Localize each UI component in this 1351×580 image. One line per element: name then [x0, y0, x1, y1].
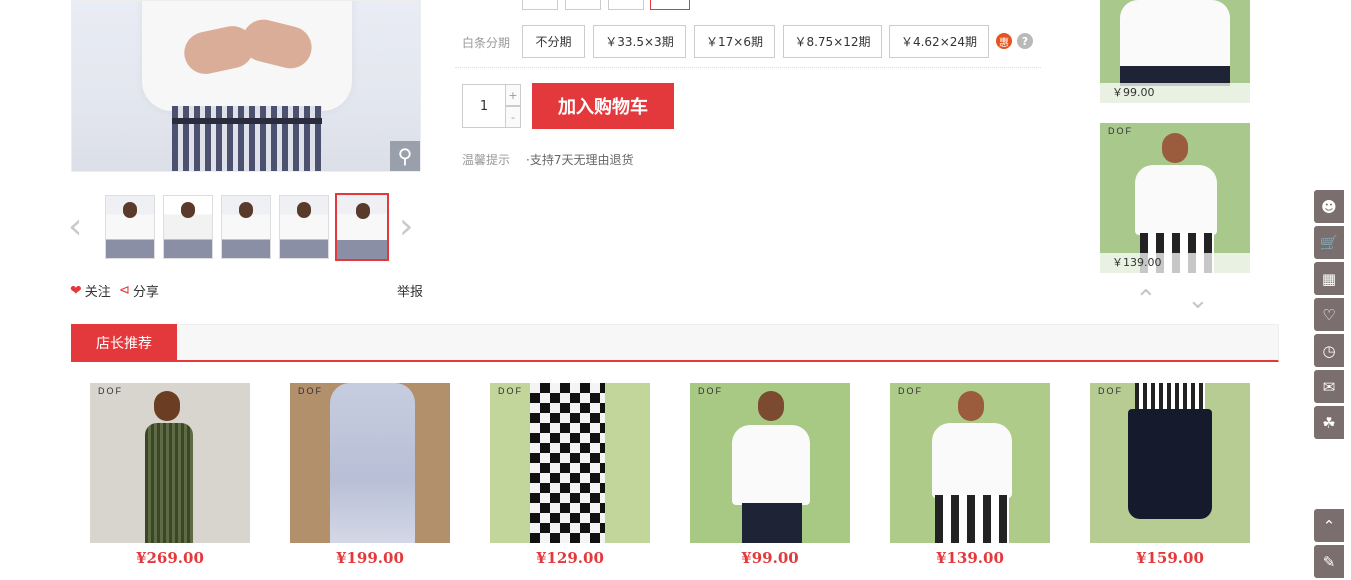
- back-to-top-icon[interactable]: ⌃: [1314, 509, 1344, 542]
- side-recommend-item[interactable]: DOF ￥139.00: [1100, 123, 1250, 273]
- share-icon: ⊲: [119, 283, 130, 298]
- follow-label: 关注: [84, 285, 111, 300]
- product-price: ¥199.00: [336, 549, 404, 567]
- heart-icon[interactable]: ♡: [1314, 298, 1344, 331]
- coupon-icon[interactable]: ▦: [1314, 262, 1344, 295]
- magnifier-icon[interactable]: ⚲: [390, 141, 420, 171]
- installment-option[interactable]: ￥17×6期: [694, 25, 775, 58]
- installment-option[interactable]: ￥4.62×24期: [889, 25, 989, 58]
- side-recommend-item[interactable]: ￥99.00: [1100, 0, 1250, 103]
- brand-logo: DOF: [498, 386, 523, 396]
- brand-logo: DOF: [698, 386, 723, 396]
- option-chip[interactable]: [565, 0, 601, 10]
- divider: [455, 67, 1041, 68]
- section-tab[interactable]: 店长推荐: [71, 324, 177, 362]
- product-price: ¥139.00: [936, 549, 1004, 567]
- option-chip-selected[interactable]: [650, 0, 690, 10]
- quantity-plus-button[interactable]: +: [505, 84, 521, 106]
- share-link[interactable]: ⊲ 分享: [119, 281, 159, 300]
- section-header: [71, 324, 1279, 362]
- brand-logo: DOF: [298, 386, 323, 396]
- side-recommend-price: ￥139.00: [1100, 253, 1250, 273]
- product-price: ¥159.00: [1136, 549, 1204, 567]
- cart-icon[interactable]: 🛒: [1314, 226, 1344, 259]
- option-chip[interactable]: [608, 0, 644, 10]
- installment-option[interactable]: ￥8.75×12期: [783, 25, 882, 58]
- heart-icon: ❤: [70, 282, 82, 299]
- product-image[interactable]: DOF: [290, 383, 450, 543]
- feedback-icon[interactable]: ✎: [1314, 545, 1344, 578]
- quantity-minus-button[interactable]: -: [505, 106, 521, 128]
- help-icon[interactable]: ?: [1017, 33, 1033, 49]
- history-icon[interactable]: ◷: [1314, 334, 1344, 367]
- installment-option[interactable]: ￥33.5×3期: [593, 25, 686, 58]
- chevron-right-icon[interactable]: ›: [399, 209, 413, 245]
- thumbnail[interactable]: [163, 195, 213, 259]
- product-image[interactable]: DOF: [90, 383, 250, 543]
- quantity-input[interactable]: 1: [462, 84, 506, 128]
- add-to-cart-button[interactable]: 加入购物车: [532, 83, 674, 129]
- gift-icon[interactable]: ☘: [1314, 406, 1344, 439]
- product-image[interactable]: DOF: [1090, 383, 1250, 543]
- share-label: 分享: [132, 285, 159, 300]
- installment-label: 白条分期: [462, 36, 511, 50]
- report-link[interactable]: 举报: [397, 281, 423, 300]
- product-price: ¥269.00: [136, 549, 204, 567]
- model-belt: [172, 118, 322, 124]
- chat-icon[interactable]: ✉: [1314, 370, 1344, 403]
- tip-text: ·支持7天无理由退货: [526, 153, 634, 167]
- brand-logo: DOF: [898, 386, 923, 396]
- chevron-left-icon[interactable]: ‹: [68, 209, 82, 245]
- option-chip[interactable]: [522, 0, 558, 10]
- chevron-up-icon[interactable]: ⌃: [1135, 287, 1157, 313]
- brand-logo: DOF: [1108, 126, 1133, 136]
- installment-option[interactable]: 不分期: [522, 25, 585, 58]
- product-image[interactable]: DOF: [490, 383, 650, 543]
- tip-label: 温馨提示: [462, 153, 511, 167]
- product-image[interactable]: DOF: [690, 383, 850, 543]
- product-price: ¥129.00: [536, 549, 604, 567]
- user-icon[interactable]: ☻: [1314, 190, 1344, 223]
- thumbnail[interactable]: [221, 195, 271, 259]
- model-skirt: [172, 106, 322, 171]
- thumbnail[interactable]: [279, 195, 329, 259]
- main-product-image: ⚲: [71, 0, 421, 172]
- thumbnail[interactable]: [105, 195, 155, 259]
- thumbnail-active[interactable]: [335, 193, 389, 261]
- chevron-down-icon[interactable]: ⌄: [1187, 287, 1209, 313]
- product-price: ¥99.00: [741, 549, 799, 567]
- brand-logo: DOF: [1098, 386, 1123, 396]
- product-image[interactable]: DOF: [890, 383, 1050, 543]
- brand-logo: DOF: [98, 386, 123, 396]
- follow-link[interactable]: ❤ 关注: [70, 281, 111, 301]
- report-label: 举报: [397, 285, 424, 300]
- side-recommend-price: ￥99.00: [1100, 83, 1250, 103]
- discount-badge: 惠: [996, 33, 1012, 49]
